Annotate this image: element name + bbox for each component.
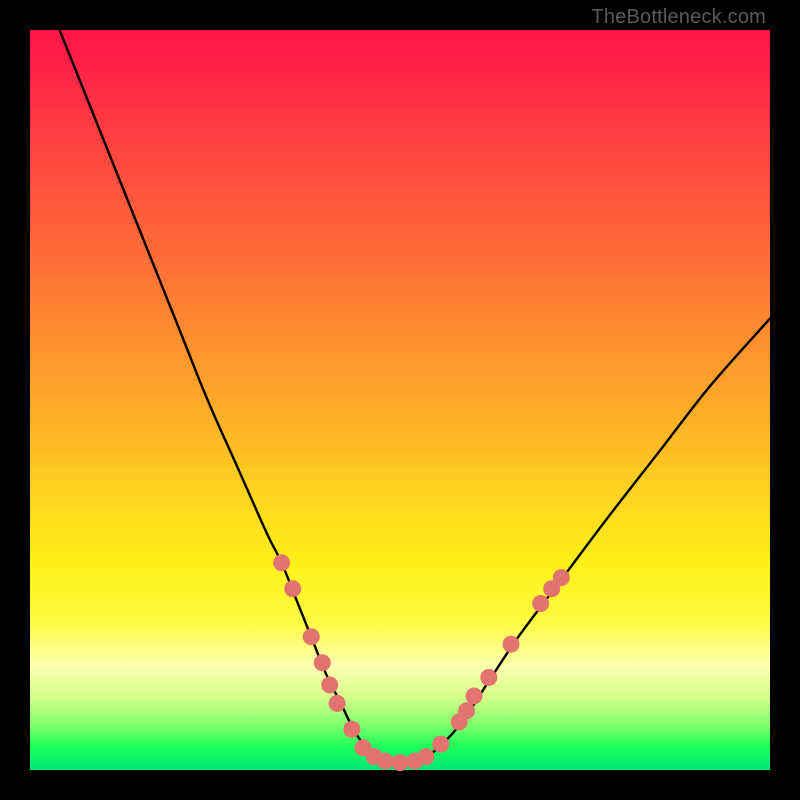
curve-marker [303,628,320,645]
curve-markers [273,554,570,771]
chart-frame: TheBottleneck.com [0,0,800,800]
curve-marker [329,695,346,712]
curve-marker [392,754,409,771]
plot-area [30,30,770,770]
curve-marker [321,676,338,693]
curve-marker [503,636,520,653]
curve-marker [417,748,434,765]
curve-marker [377,753,394,770]
curve-marker [466,688,483,705]
curve-marker [314,654,331,671]
curve-marker [273,554,290,571]
curve-marker [284,580,301,597]
bottleneck-curve [60,30,770,763]
curve-marker [553,569,570,586]
curve-marker [432,736,449,753]
curve-marker [458,702,475,719]
curve-layer [30,30,770,770]
curve-marker [532,595,549,612]
watermark-text: TheBottleneck.com [591,6,766,29]
curve-marker [480,669,497,686]
curve-marker [343,721,360,738]
